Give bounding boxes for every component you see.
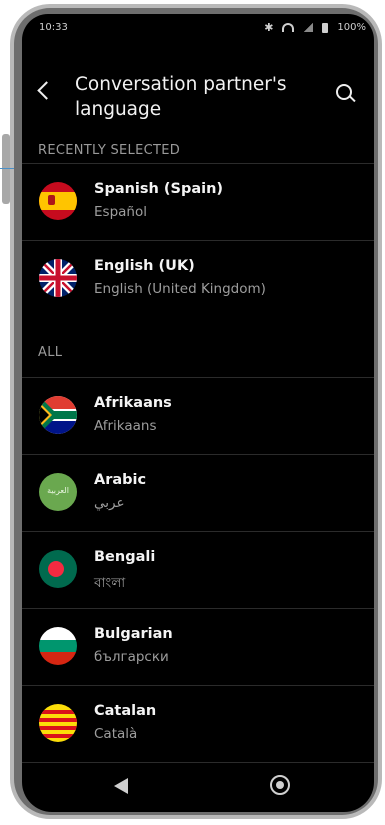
page-title: Conversation partner's language	[75, 74, 287, 120]
flag-text: العربية	[47, 486, 69, 495]
south-africa-flag-icon	[39, 396, 77, 434]
language-native-name: Español	[94, 204, 147, 220]
status-icons: ✱ 100%	[264, 21, 366, 34]
status-time: 10:33	[39, 22, 68, 33]
language-native-name: عربي	[94, 495, 125, 511]
language-item-catalan[interactable]: Catalan Català	[22, 686, 374, 762]
uk-flag-icon	[39, 259, 77, 297]
language-name: Arabic	[94, 472, 147, 488]
status-bar: 10:33 ✱ 100%	[22, 14, 374, 42]
signal-icon	[303, 23, 314, 32]
back-arrow-icon[interactable]	[37, 81, 56, 100]
battery-icon	[322, 22, 329, 33]
language-name: English (UK)	[94, 258, 195, 274]
language-item-afrikaans[interactable]: Afrikaans Afrikaans	[22, 378, 374, 454]
side-button	[2, 134, 10, 204]
bluetooth-icon: ✱	[264, 21, 274, 34]
language-item-spanish[interactable]: Spanish (Spain) Español	[22, 164, 374, 240]
language-item-bengali[interactable]: Bengali বাংলা	[22, 532, 374, 608]
language-native-name: Català	[94, 726, 138, 742]
language-name: Catalan	[94, 703, 157, 719]
header: Conversation partner's language	[22, 54, 374, 134]
arabic-flag-icon: العربية	[39, 473, 77, 511]
language-native-name: English (United Kingdom)	[94, 281, 266, 297]
nav-home-icon[interactable]	[270, 775, 290, 795]
language-native-name: বাংলা	[94, 575, 126, 591]
screen: 10:33 ✱ 100% Conversation partner's lang…	[22, 14, 374, 812]
bangladesh-flag-icon	[39, 550, 77, 588]
section-label-all: ALL	[38, 345, 63, 360]
catalonia-flag-icon	[39, 704, 77, 742]
language-native-name: български	[94, 649, 169, 665]
language-name: Bengali	[94, 549, 156, 565]
language-name: Afrikaans	[94, 395, 172, 411]
navigation-bar	[22, 762, 374, 812]
nav-back-icon[interactable]	[114, 778, 128, 794]
language-name: Bulgarian	[94, 626, 173, 642]
wifi-icon	[282, 23, 295, 32]
spain-flag-icon	[39, 182, 77, 220]
language-name: Spanish (Spain)	[94, 181, 224, 197]
section-label-recent: RECENTLY SELECTED	[38, 143, 181, 158]
battery-percent: 100%	[337, 22, 366, 33]
callout-line	[0, 168, 14, 169]
language-native-name: Afrikaans	[94, 418, 157, 434]
language-item-english-uk[interactable]: English (UK) English (United Kingdom)	[22, 241, 374, 317]
language-item-arabic[interactable]: العربية Arabic عربي	[22, 455, 374, 531]
bulgaria-flag-icon	[39, 627, 77, 665]
language-item-bulgarian[interactable]: Bulgarian български	[22, 609, 374, 685]
search-icon[interactable]	[336, 84, 352, 100]
